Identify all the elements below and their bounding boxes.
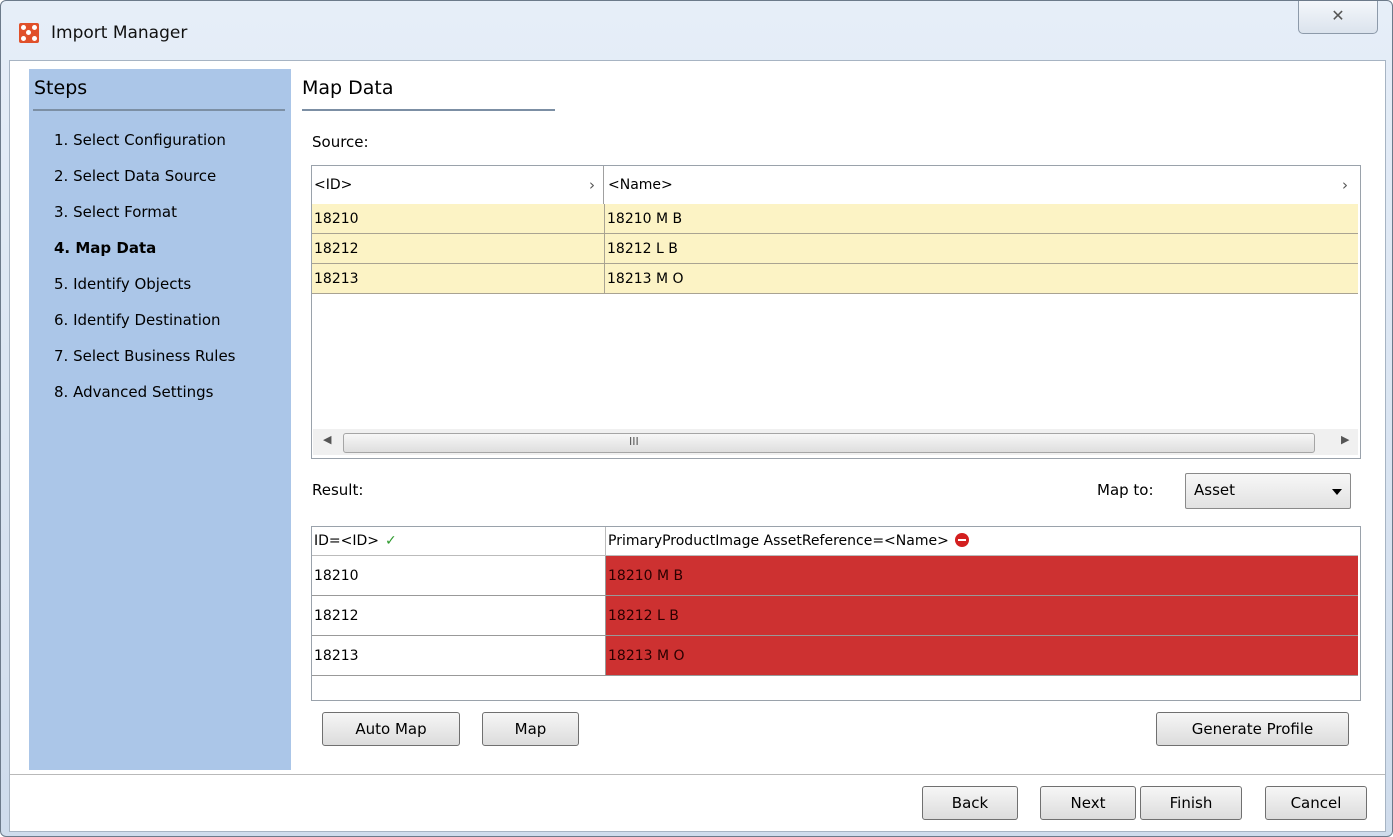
- steps-title: Steps: [34, 77, 88, 99]
- source-column-header-id[interactable]: <ID>: [312, 166, 604, 204]
- source-cell-id: 18210: [312, 204, 605, 234]
- close-button[interactable]: ✕: [1298, 1, 1378, 34]
- page-title-divider: [302, 109, 555, 111]
- next-button[interactable]: Next: [1040, 786, 1136, 820]
- map-to-select[interactable]: Asset: [1185, 473, 1351, 509]
- page-title: Map Data: [302, 77, 394, 99]
- close-icon: ✕: [1331, 6, 1345, 25]
- chevron-down-icon: [1332, 489, 1342, 495]
- step-select-configuration[interactable]: 1. Select Configuration: [54, 131, 226, 149]
- map-to-value: Asset: [1194, 481, 1236, 499]
- map-button[interactable]: Map: [482, 712, 579, 746]
- step-select-format[interactable]: 3. Select Format: [54, 203, 177, 221]
- steps-divider: [33, 109, 285, 111]
- check-icon: ✓: [385, 533, 397, 549]
- column-expand-icon[interactable]: ›: [1342, 166, 1348, 204]
- source-cell-name: 18213 M O: [605, 264, 1358, 294]
- result-label: Result:: [312, 481, 364, 499]
- finish-button[interactable]: Finish: [1140, 786, 1242, 820]
- cancel-button[interactable]: Cancel: [1265, 786, 1367, 820]
- scroll-right-icon[interactable]: ▶: [1341, 433, 1349, 446]
- source-cell-id: 18212: [312, 234, 605, 264]
- footer-divider: [10, 774, 1385, 775]
- result-cell-error: 18213 M O: [606, 636, 1358, 676]
- window-title: Import Manager: [51, 23, 188, 43]
- title-bar: Import Manager ✕: [1, 1, 1392, 61]
- step-select-business-rules[interactable]: 7. Select Business Rules: [54, 347, 236, 365]
- result-cell-error: 18212 L B: [606, 596, 1358, 636]
- step-advanced-settings[interactable]: 8. Advanced Settings: [54, 383, 213, 401]
- dialog-client-area: Steps 1. Select Configuration 2. Select …: [9, 60, 1386, 832]
- column-expand-icon[interactable]: ›: [589, 166, 595, 204]
- source-cell-name: 18210 M B: [605, 204, 1358, 234]
- step-map-data[interactable]: 4. Map Data: [54, 239, 156, 257]
- generate-profile-button[interactable]: Generate Profile: [1156, 712, 1349, 746]
- result-table[interactable]: ID=<ID> ✓ PrimaryProductImage AssetRefere…: [311, 526, 1361, 701]
- result-cell-id: 18213: [312, 636, 606, 676]
- scrollbar-grip: III: [629, 435, 639, 448]
- source-cell-name: 18212 L B: [605, 234, 1358, 264]
- result-cell-id: 18212: [312, 596, 606, 636]
- horizontal-scrollbar[interactable]: ◀ III ▶: [313, 429, 1358, 455]
- result-column-header-asset-reference[interactable]: PrimaryProductImage AssetReference=<Name…: [606, 527, 1358, 556]
- scroll-left-icon[interactable]: ◀: [323, 433, 331, 446]
- auto-map-button[interactable]: Auto Map: [322, 712, 460, 746]
- step-select-data-source[interactable]: 2. Select Data Source: [54, 167, 216, 185]
- result-cell-id: 18210: [312, 556, 606, 596]
- import-manager-window: Import Manager ✕ Steps 1. Select Configu…: [0, 0, 1393, 837]
- source-column-header-name[interactable]: <Name>: [606, 166, 1358, 204]
- source-label: Source:: [312, 133, 369, 151]
- back-button[interactable]: Back: [922, 786, 1018, 820]
- step-identify-destination[interactable]: 6. Identify Destination: [54, 311, 221, 329]
- result-column-header-id[interactable]: ID=<ID> ✓: [312, 527, 606, 556]
- scrollbar-thumb[interactable]: III: [343, 433, 1315, 453]
- source-cell-id: 18213: [312, 264, 605, 294]
- result-cell-error: 18210 M B: [606, 556, 1358, 596]
- import-manager-app-icon: [19, 23, 39, 43]
- map-to-label: Map to:: [1097, 481, 1154, 499]
- source-table[interactable]: <ID> › <Name> › 18210 18210 M B 18212 18…: [311, 165, 1361, 459]
- steps-sidebar: Steps 1. Select Configuration 2. Select …: [29, 69, 291, 770]
- step-identify-objects[interactable]: 5. Identify Objects: [54, 275, 191, 293]
- error-icon: [954, 533, 969, 547]
